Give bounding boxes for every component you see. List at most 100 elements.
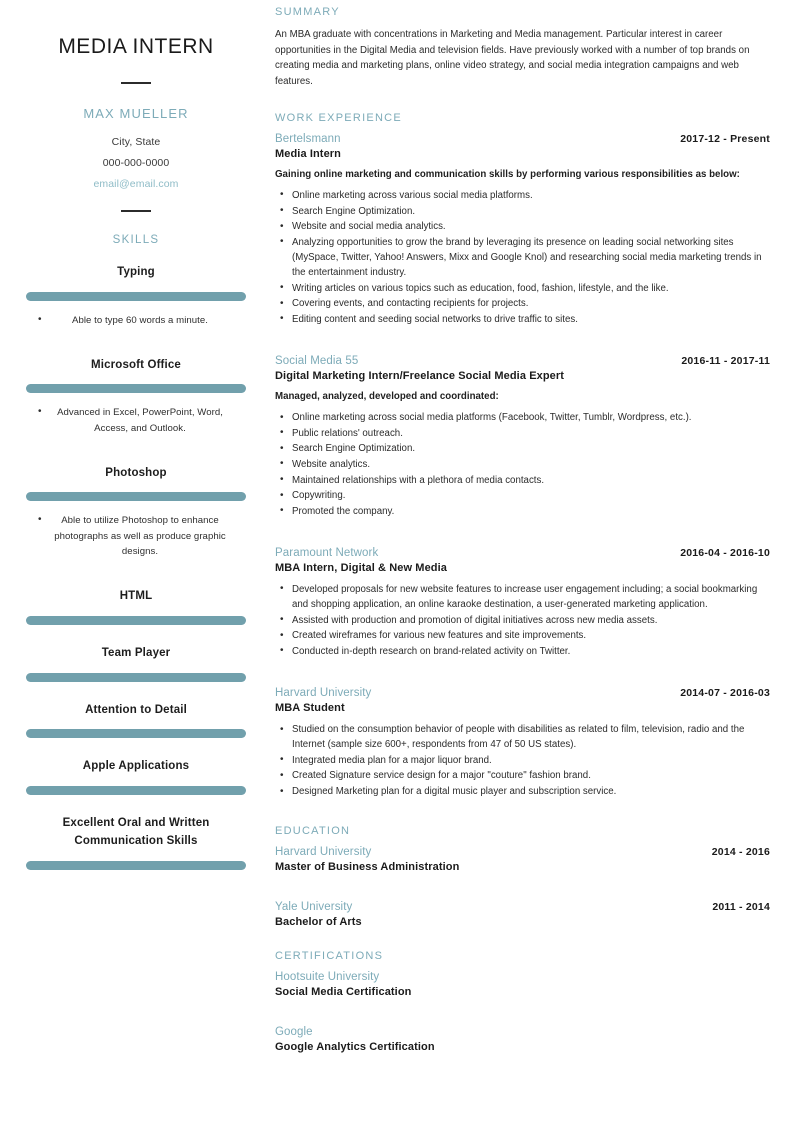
- work-entry-header: Harvard University 2014-07 - 2016-03: [275, 687, 770, 699]
- work-entry-header: Bertelsmann 2017-12 - Present: [275, 133, 770, 145]
- skill-detail-list: Able to type 60 words a minute.: [24, 312, 248, 329]
- responsibility-item: Public relations' outreach.: [275, 425, 770, 441]
- responsibility-item: Website and social media analytics.: [275, 219, 770, 235]
- skill-item: Microsoft Office Advanced in Excel, Power…: [24, 357, 248, 437]
- work-experience-heading: WORK EXPERIENCE: [275, 111, 402, 124]
- skill-detail-item: Able to type 60 words a minute.: [24, 312, 248, 329]
- degree-name: Master of Business Administration: [275, 861, 460, 874]
- skill-level-bar: [26, 292, 246, 302]
- skill-name: Team Player: [101, 646, 171, 659]
- skill-name: Typing: [117, 266, 155, 279]
- summary-heading: SUMMARY: [275, 6, 340, 18]
- responsibility-list: Online marketing across various social m…: [275, 187, 770, 327]
- summary-text: An MBA graduate with concentrations in M…: [275, 29, 750, 88]
- skill-name: Excellent Oral and Written Communication…: [62, 817, 210, 847]
- contact-email[interactable]: email@email.com: [24, 179, 248, 190]
- skill-level-bar: [26, 615, 246, 625]
- contact-phone: 000-000-0000: [102, 157, 170, 170]
- page-title: MEDIA INTERN: [58, 35, 214, 58]
- responsibility-item: Search Engine Optimization.: [275, 441, 770, 457]
- work-entry-list: Bertelsmann 2017-12 - Present Media Intern…: [275, 133, 770, 799]
- work-entry-header: Paramount Network 2016-04 - 2016-10: [275, 547, 770, 559]
- summary-section: SUMMARY An MBA graduate with concentrati…: [275, 6, 770, 90]
- employer-name: Paramount Network: [275, 546, 379, 559]
- institution-name: Harvard University: [275, 846, 372, 859]
- employer-name: Bertelsmann: [275, 132, 341, 145]
- responsibility-item: Editing content and seeding social netwo…: [275, 311, 770, 327]
- responsibility-item: Developed proposals for new website feat…: [275, 581, 770, 612]
- skill-item: Attention to Detail: [24, 702, 248, 739]
- resume-page: MEDIA INTERN MAX MUELLER City, State 000…: [0, 0, 800, 1128]
- responsibility-list: Online marketing across social media pla…: [275, 409, 770, 519]
- responsibility-item: Created wireframes for various new featu…: [275, 628, 770, 644]
- responsibility-item: Conducted in-depth research on brand-rel…: [275, 643, 770, 659]
- responsibility-item: Website analytics.: [275, 456, 770, 472]
- skill-level-bar: [26, 860, 246, 870]
- skill-level-bar: [26, 786, 246, 796]
- skill-name: Apple Applications: [82, 760, 190, 773]
- divider-top: [121, 82, 151, 85]
- entry-header: Yale University 2011 - 2014: [275, 901, 770, 913]
- skill-name: Attention to Detail: [85, 703, 187, 716]
- candidate-name: MAX MUELLER: [83, 106, 189, 122]
- employer-name: Harvard University: [275, 687, 372, 699]
- skill-detail-item: Able to utilize Photoshop to enhance pho…: [24, 512, 248, 560]
- main-column: SUMMARY An MBA graduate with concentrati…: [272, 0, 800, 1128]
- entry-header: Google: [275, 1026, 770, 1038]
- skill-level-bar: [26, 672, 246, 682]
- skill-item: Apple Applications: [24, 758, 248, 796]
- education-heading: EDUCATION: [275, 825, 351, 838]
- skill-item: Photoshop Able to utilize Photoshop to en…: [24, 465, 248, 560]
- work-entry: Social Media 55 2016-11 - 2017-11 Digital …: [275, 355, 770, 519]
- job-role: MBA Student: [275, 702, 345, 714]
- skill-level-bar: [26, 492, 246, 502]
- job-intro: Managed, analyzed, developed and coordin…: [275, 391, 499, 402]
- work-entry: Paramount Network 2016-04 - 2016-10 MBA In…: [275, 547, 770, 659]
- employer-name: Social Media 55: [275, 355, 359, 367]
- skill-level-bar: [26, 384, 246, 394]
- certification-entry: Hootsuite University Social Media Certifi…: [275, 971, 770, 998]
- sidebar: MEDIA INTERN MAX MUELLER City, State 000…: [0, 0, 272, 1128]
- responsibility-item: Copywriting.: [275, 488, 770, 504]
- skill-item: HTML: [24, 588, 248, 625]
- education-entry: Yale University 2011 - 2014 Bachelor of Ar…: [275, 901, 770, 928]
- work-entry: Bertelsmann 2017-12 - Present Media Intern…: [275, 133, 770, 327]
- job-role: MBA Intern, Digital & New Media: [275, 561, 447, 574]
- entry-dates: 2011 - 2014: [712, 901, 770, 914]
- entry-header: Hootsuite University: [275, 971, 770, 983]
- skill-name: Microsoft Office: [91, 358, 181, 371]
- entry-dates: 2014 - 2016: [711, 846, 770, 859]
- issuer-name: Google: [275, 1026, 313, 1039]
- institution-name: Yale University: [275, 901, 353, 914]
- job-role: Digital Marketing Intern/Freelance Socia…: [275, 370, 565, 382]
- responsibility-item: Maintained relationships with a plethora…: [275, 472, 770, 488]
- employment-dates: 2017-12 - Present: [680, 132, 770, 145]
- contact-location: City, State: [111, 136, 161, 149]
- employment-dates: 2016-11 - 2017-11: [681, 355, 770, 367]
- responsibility-list: Studied on the consumption behavior of p…: [275, 721, 770, 799]
- certification-name: Google Analytics Certification: [275, 1041, 435, 1054]
- responsibility-item: Promoted the company.: [275, 503, 770, 519]
- responsibility-item: Assisted with production and promotion o…: [275, 612, 770, 628]
- divider-skills: [121, 210, 151, 213]
- entry-header: Harvard University 2014 - 2016: [275, 846, 770, 858]
- issuer-name: Hootsuite University: [275, 971, 380, 984]
- responsibility-item: Covering events, and contacting recipien…: [275, 296, 770, 312]
- skill-item: Team Player: [24, 645, 248, 682]
- responsibility-item: Online marketing across social media pla…: [275, 409, 770, 425]
- work-entry-header: Social Media 55 2016-11 - 2017-11: [275, 355, 770, 367]
